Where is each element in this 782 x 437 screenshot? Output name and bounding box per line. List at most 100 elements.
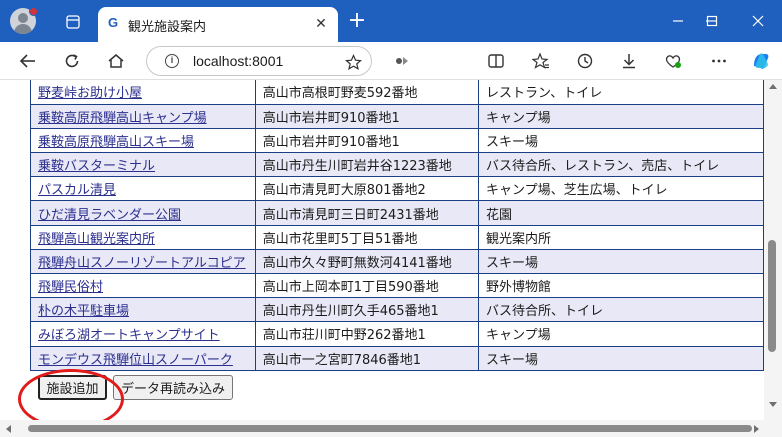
scroll-down-arrow-icon[interactable] (769, 402, 777, 407)
table-row: パスカル清見 高山市清見町大原801番地2 キャンプ場、芝生広場、トイレ (30, 176, 764, 202)
settings-menu-button[interactable] (706, 48, 732, 74)
history-button[interactable] (572, 48, 598, 74)
address-bar[interactable]: i localhost:8001 (146, 46, 372, 76)
facility-name-link[interactable]: みぼろ湖オートキャンプサイト (38, 328, 220, 343)
new-tab-button[interactable]: + (346, 10, 368, 33)
facility-amenities-cell: キャンプ場、芝生広場、トイレ (478, 176, 764, 202)
facility-address-cell: 高山市荘川町中野262番地1 (254, 321, 480, 347)
maximize-icon (706, 15, 718, 27)
browser-essentials-button[interactable] (660, 48, 686, 74)
table-row: ひだ清見ラベンダー公園 高山市清見町三日町2431番地 花園 (30, 200, 764, 226)
table-row: みぼろ湖オートキャンプサイト 高山市荘川町中野262番地1 キャンプ場 (30, 321, 764, 347)
facility-name-link[interactable]: モンデウス飛騨位山スノーパーク (38, 353, 233, 368)
back-arrow-icon (19, 54, 35, 68)
facility-amenities-cell: キャンプ場 (478, 103, 764, 129)
facility-amenities-cell: スキー場 (478, 127, 764, 154)
table-row: 朴の木平駐車場 高山市丹生川町久手465番地1 バス待合所、トイレ (30, 297, 764, 323)
scroll-up-arrow-icon[interactable] (769, 84, 777, 89)
facility-name-link[interactable]: 野麦峠お助け小屋 (38, 86, 142, 101)
table-row: 乗鞍バスターミナル 高山市丹生川町岩井谷1223番地 バス待合所、レストラン、売店、… (30, 152, 764, 178)
facility-address-cell: 高山市久々野町無数河4141番地 (254, 248, 480, 275)
home-button[interactable] (103, 48, 129, 74)
facility-address-cell: 高山市上岡本町1丁目590番地 (254, 272, 480, 299)
site-info-icon[interactable]: i (165, 54, 179, 68)
facility-table: 野麦峠お助け小屋 高山市高根町野麦592番地 レストラン、トイレ 乗鞍高原飛騨高山キャ… (30, 80, 764, 371)
title-bar: G 観光施設案内 ✕ + (0, 0, 782, 42)
close-icon (752, 15, 764, 27)
tab-actions-button[interactable] (56, 10, 90, 34)
extension-button[interactable] (389, 48, 415, 74)
more-dots-icon (712, 59, 726, 63)
facility-address-cell: 高山市花里町5丁目51番地 (254, 224, 480, 250)
home-icon (108, 54, 124, 68)
vertical-scrollbar[interactable] (764, 80, 782, 420)
refresh-button[interactable] (59, 48, 85, 74)
add-facility-button[interactable]: 施設追加 (38, 375, 107, 400)
facility-address-cell: 高山市丹生川町久手465番地1 (254, 297, 480, 323)
back-button[interactable] (15, 48, 41, 74)
favicon-icon: G (108, 15, 119, 30)
history-icon (577, 53, 593, 69)
star-icon (344, 53, 362, 70)
facility-name-link[interactable]: 飛騨舟山スノーリゾートアルコピア (38, 256, 246, 271)
favorite-star-button[interactable] (343, 52, 363, 72)
tab-close-icon[interactable]: ✕ (312, 15, 330, 33)
facility-name-link[interactable]: 乗鞍高原飛騨高山キャンプ場 (38, 111, 207, 126)
facility-amenities-cell: レストラン、トイレ (478, 80, 764, 105)
horizontal-scrollbar[interactable] (0, 420, 764, 437)
facility-name-link[interactable]: ひだ清見ラベンダー公園 (38, 208, 181, 223)
facility-name-cell: 飛騨民俗村 (30, 272, 256, 299)
close-window-button[interactable] (740, 8, 776, 34)
maximize-button[interactable] (694, 8, 730, 34)
facility-name-cell: 朴の木平駐車場 (30, 297, 256, 323)
favorites-button[interactable] (528, 48, 554, 74)
facility-name-cell: モンデウス飛騨位山スノーパーク (30, 345, 256, 371)
minimize-icon (673, 20, 683, 22)
table-row: 飛騨高山観光案内所 高山市花里町5丁目51番地 観光案内所 (30, 224, 764, 250)
facility-address-cell: 高山市丹生川町岩井谷1223番地 (254, 152, 480, 178)
facility-amenities-cell: 花園 (478, 200, 764, 226)
split-screen-button[interactable] (483, 48, 509, 74)
facility-name-link[interactable]: 乗鞍バスターミナル (38, 159, 155, 174)
facility-name-link[interactable]: 朴の木平駐車場 (38, 304, 129, 319)
page-content: 野麦峠お助け小屋 高山市高根町野麦592番地 レストラン、トイレ 乗鞍高原飛騨高山キャ… (0, 80, 764, 420)
facility-name-cell: みぼろ湖オートキャンプサイト (30, 321, 256, 347)
heart-pulse-icon (665, 55, 681, 68)
facility-amenities-cell: スキー場 (478, 248, 764, 275)
facility-name-cell: 乗鞍高原飛騨高山キャンプ場 (30, 103, 256, 129)
table-row: 飛騨舟山スノーリゾートアルコピア 高山市久々野町無数河4141番地 スキー場 (30, 248, 764, 275)
copilot-button[interactable] (748, 48, 774, 74)
facility-name-link[interactable]: パスカル清見 (38, 183, 116, 198)
facility-name-cell: 飛騨舟山スノーリゾートアルコピア (30, 248, 256, 275)
table-row: 乗鞍高原飛騨高山スキー場 高山市岩井町910番地1 スキー場 (30, 127, 764, 154)
facility-address-cell: 高山市清見町三日町2431番地 (254, 200, 480, 226)
favorites-icon (532, 52, 549, 69)
vertical-scroll-thumb[interactable] (768, 240, 776, 352)
scroll-left-arrow-icon[interactable] (6, 425, 11, 433)
avatar-body-shape (14, 24, 32, 34)
facility-name-cell: 飛騨高山観光案内所 (30, 224, 256, 250)
minimize-button-2[interactable] (660, 8, 696, 34)
facility-name-link[interactable]: 飛騨高山観光案内所 (38, 232, 155, 247)
facility-amenities-cell: バス待合所、トイレ (478, 297, 764, 323)
reload-data-button[interactable]: データ再読み込み (113, 375, 233, 400)
facility-name-link[interactable]: 乗鞍高原飛騨高山スキー場 (38, 135, 194, 150)
facility-name-cell: 野麦峠お助け小屋 (30, 80, 256, 105)
scroll-right-arrow-icon[interactable] (754, 425, 759, 433)
facility-name-cell: パスカル清見 (30, 176, 256, 202)
address-text: localhost:8001 (193, 53, 284, 69)
browser-toolbar: i localhost:8001 (0, 42, 782, 80)
facility-amenities-cell: 野外博物館 (478, 272, 764, 299)
avatar-head-shape (18, 13, 28, 23)
horizontal-scroll-thumb[interactable] (28, 425, 752, 432)
tab-active[interactable]: G 観光施設案内 ✕ (98, 7, 338, 42)
facility-amenities-cell: 観光案内所 (478, 224, 764, 250)
notification-dot-icon (29, 7, 38, 16)
facility-name-cell: ひだ清見ラベンダー公園 (30, 200, 256, 226)
downloads-button[interactable] (616, 48, 642, 74)
facility-name-link[interactable]: 飛騨民俗村 (38, 280, 103, 295)
table-row: 飛騨民俗村 高山市上岡本町1丁目590番地 野外博物館 (30, 272, 764, 299)
copilot-icon (754, 53, 769, 69)
scrollbar-corner (764, 420, 782, 437)
facility-address-cell: 高山市一之宮町7846番地1 (254, 345, 480, 371)
